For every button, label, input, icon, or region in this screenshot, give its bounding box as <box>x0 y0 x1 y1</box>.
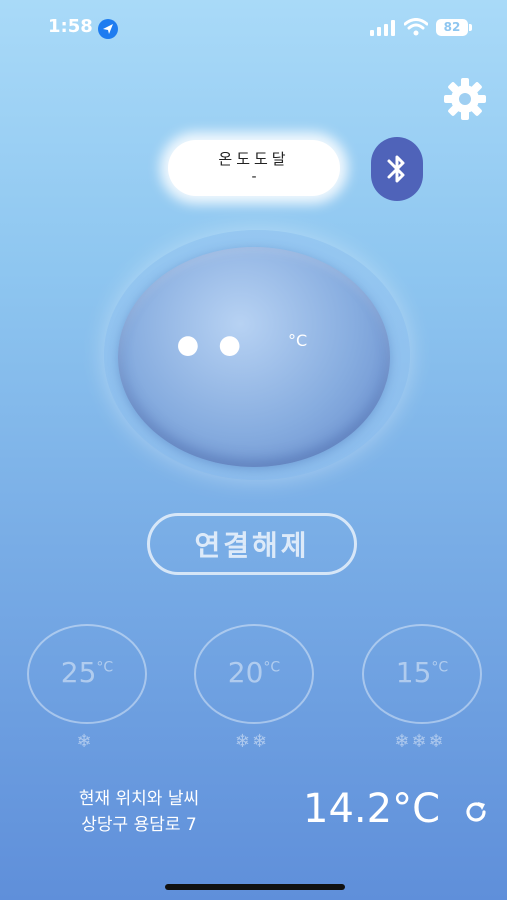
status-time: 1:58 <box>48 16 93 37</box>
preset-unit: °C <box>263 659 281 676</box>
preset-20-button[interactable]: 20°C <box>194 624 314 724</box>
device-info-pill: 온도도달 - <box>168 140 340 196</box>
refresh-icon[interactable] <box>462 798 490 826</box>
location-info: 현재 위치와 날씨 상당구 용담로 7 <box>44 786 234 838</box>
preset-temp-20: 20°C <box>196 656 312 689</box>
location-arrow-icon <box>98 19 118 39</box>
preset-unit: °C <box>431 659 449 676</box>
device-name: 온도도달 <box>218 150 290 168</box>
preset-value: 25 <box>60 656 97 689</box>
location-title: 현재 위치와 날씨 <box>78 789 200 809</box>
snowflake-icon: ❄❄❄ <box>394 731 446 752</box>
preset-15-button[interactable]: 15°C <box>362 624 482 724</box>
location-address: 상당구 용담로 7 <box>81 815 197 835</box>
snowflake-icon: ❄ <box>76 731 94 752</box>
preset-value: 20 <box>227 656 264 689</box>
battery-indicator: 82 <box>436 19 468 36</box>
bluetooth-button[interactable] <box>371 137 423 201</box>
device-status: - <box>251 169 257 185</box>
battery-cap <box>469 24 472 31</box>
bluetooth-icon <box>387 155 405 183</box>
dial-temperature: •• <box>170 316 254 381</box>
status-bar: 1:58 82 <box>0 0 507 56</box>
gear-icon[interactable] <box>443 77 487 121</box>
signal-icon <box>370 20 395 36</box>
snowflake-icon: ❄❄ <box>234 731 270 752</box>
wifi-icon <box>404 18 428 36</box>
disconnect-button[interactable]: 연결해제 <box>147 513 357 575</box>
preset-temp-25: 25°C <box>29 656 145 689</box>
home-indicator <box>165 884 345 890</box>
dial-unit: °C <box>288 331 308 350</box>
preset-temp-15: 15°C <box>364 656 480 689</box>
preset-25-button[interactable]: 25°C <box>27 624 147 724</box>
preset-unit: °C <box>96 659 114 676</box>
preset-value: 15 <box>395 656 432 689</box>
current-temperature: 14.2°C <box>303 786 440 832</box>
